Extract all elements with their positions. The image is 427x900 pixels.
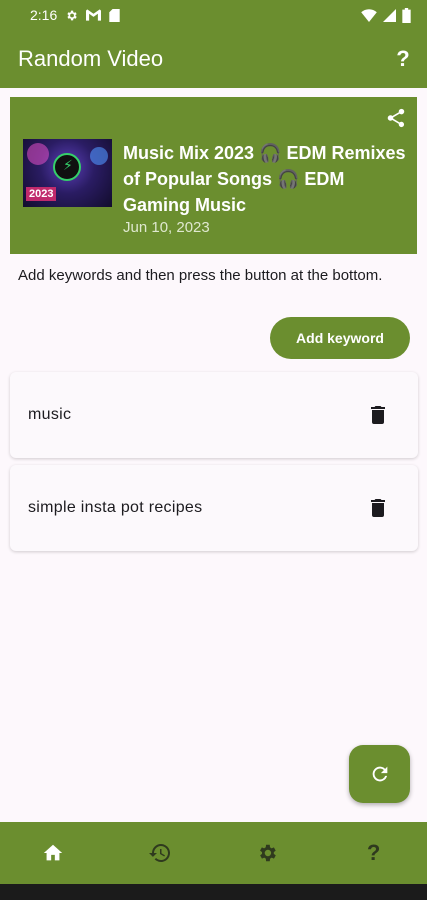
video-title: Music Mix 2023 🎧 EDM Remixes of Popular … (123, 143, 406, 215)
help-icon: ? (366, 840, 381, 865)
keyword-text: music (28, 406, 72, 423)
help-button[interactable]: ? (391, 46, 415, 72)
lightning-icon: ⚡ (63, 157, 73, 173)
keyword-item: music (10, 372, 418, 458)
nav-history[interactable] (130, 833, 190, 873)
wifi-icon (361, 8, 377, 22)
delete-icon[interactable] (366, 403, 390, 427)
share-icon[interactable] (385, 107, 407, 129)
gmail-icon (86, 9, 102, 21)
delete-icon[interactable] (366, 496, 390, 520)
gesture-bar (0, 884, 427, 900)
gear-icon (67, 10, 77, 20)
app-title: Random Video (18, 46, 164, 71)
battery-icon (402, 7, 411, 23)
video-thumbnail[interactable]: ⚡ 2023 (23, 139, 112, 207)
history-icon (149, 844, 171, 862)
app-bar: Random Video ? (0, 30, 427, 88)
video-date: Jun 10, 2023 (123, 219, 210, 236)
nav-help[interactable]: ? (344, 833, 404, 873)
thumbnail-glow (27, 143, 49, 165)
refresh-icon (372, 766, 387, 782)
thumbnail-glow (90, 147, 108, 165)
add-keyword-button[interactable]: Add keyword (270, 317, 410, 359)
signal-icon (383, 8, 396, 22)
sim-icon (109, 8, 120, 22)
nav-settings[interactable] (237, 833, 297, 873)
video-card[interactable]: ⚡ 2023 Music Mix 2023 🎧 EDM Remixes of P… (10, 97, 417, 254)
thumbnail-badge: 2023 (26, 187, 57, 201)
status-time: 2:16 (30, 7, 58, 23)
settings-icon (259, 844, 276, 862)
home-icon (44, 844, 63, 861)
nav-home[interactable] (23, 833, 83, 873)
instructions-text: Add keywords and then press the button a… (18, 267, 383, 284)
status-bar: 2:16 (0, 0, 427, 30)
keyword-text: simple insta pot recipes (28, 499, 203, 516)
bottom-nav: ? (0, 822, 427, 884)
keyword-item: simple insta pot recipes (10, 465, 418, 551)
refresh-button[interactable] (349, 745, 410, 803)
